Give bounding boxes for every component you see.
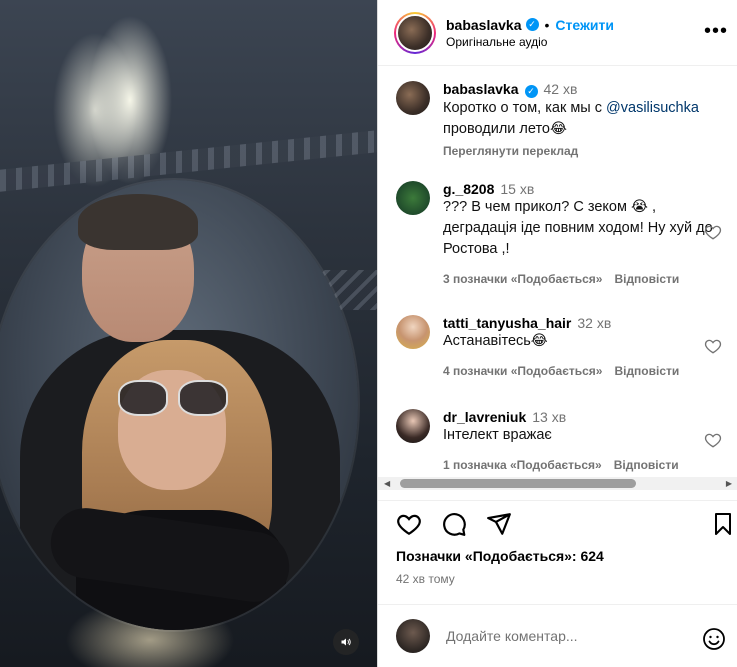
heart-icon[interactable] bbox=[396, 511, 422, 537]
author-avatar[interactable] bbox=[394, 11, 436, 54]
comment-likes-count[interactable]: 4 позначки «Подобається» bbox=[443, 364, 602, 378]
comment-time[interactable]: 32 хв bbox=[577, 315, 611, 331]
likes-count[interactable]: Позначки «Подобається»: 624 bbox=[396, 548, 604, 564]
scrollbar-thumb[interactable] bbox=[400, 479, 636, 488]
comment-time[interactable]: 13 хв bbox=[532, 409, 566, 425]
speaker-icon[interactable] bbox=[333, 629, 359, 655]
caption-username[interactable]: babaslavka bbox=[443, 81, 519, 97]
scroll-right-arrow-icon[interactable]: ▶ bbox=[726, 479, 732, 488]
comment-item: dr_lavreniuk 13 хв Інтелект вражає 1 поз… bbox=[396, 409, 722, 472]
comment-username[interactable]: g._8208 bbox=[443, 181, 494, 197]
verified-badge-icon: ✓ bbox=[525, 18, 539, 31]
sunglasses bbox=[118, 380, 228, 416]
comment-username[interactable]: tatti_tanyusha_hair bbox=[443, 315, 571, 331]
comment-avatar[interactable] bbox=[396, 181, 430, 215]
comment-item: g._8208 15 хв ??? В чем прикол? С зеком … bbox=[396, 181, 722, 286]
reply-button[interactable]: Відповісти bbox=[614, 458, 679, 472]
post-header: babaslavka ✓ • Стежити Оригінальне аудіо… bbox=[378, 0, 737, 66]
author-username[interactable]: babaslavka bbox=[446, 17, 522, 33]
current-user-avatar bbox=[396, 619, 430, 653]
comments-list[interactable]: babaslavka ✓ 42 хв Коротко о том, как мы… bbox=[378, 67, 737, 477]
more-options-icon[interactable]: ••• bbox=[704, 21, 728, 41]
post-actions-bar bbox=[378, 500, 737, 544]
add-comment-bar: Додайте коментар... bbox=[378, 604, 737, 667]
share-icon[interactable] bbox=[486, 511, 512, 537]
mention-link[interactable]: @vasilisuchka bbox=[606, 100, 699, 116]
reply-button[interactable]: Відповісти bbox=[614, 272, 679, 286]
caption-avatar[interactable] bbox=[396, 81, 430, 115]
verified-badge-icon: ✓ bbox=[524, 85, 538, 98]
post-media[interactable] bbox=[0, 0, 377, 667]
comment-item: tatti_tanyusha_hair 32 хв Астанавітесь😂 … bbox=[396, 315, 722, 378]
scroll-left-arrow-icon[interactable]: ◀ bbox=[384, 479, 390, 488]
comment-avatar[interactable] bbox=[396, 315, 430, 349]
media-photo-circle bbox=[0, 180, 358, 630]
post-timestamp[interactable]: 42 хв тому bbox=[396, 572, 455, 586]
comment-likes-count[interactable]: 3 позначки «Подобається» bbox=[443, 272, 602, 286]
comment-text: ??? В чем прикол? С зеком 😭 , деградація… bbox=[443, 199, 713, 257]
man-figure-hair bbox=[78, 194, 198, 250]
bookmark-icon[interactable] bbox=[711, 511, 735, 537]
reply-button[interactable]: Відповісти bbox=[614, 364, 679, 378]
comment-like-heart-icon[interactable] bbox=[704, 431, 722, 449]
see-translation-button[interactable]: Переглянути переклад bbox=[443, 144, 578, 158]
caption-time[interactable]: 42 хв bbox=[544, 81, 578, 97]
comment-avatar[interactable] bbox=[396, 409, 430, 443]
post-details-panel: babaslavka ✓ • Стежити Оригінальне аудіо… bbox=[377, 0, 737, 667]
comment-like-heart-icon[interactable] bbox=[704, 223, 722, 241]
smiley-icon[interactable] bbox=[702, 627, 726, 651]
comment-likes-count[interactable]: 1 позначка «Подобається» bbox=[443, 458, 602, 472]
comment-text: Астанавітесь😂 bbox=[443, 333, 548, 349]
horizontal-scrollbar[interactable]: ◀ ▶ bbox=[378, 477, 737, 490]
comment-text: Інтелект вражає bbox=[443, 427, 552, 443]
comment-like-heart-icon[interactable] bbox=[704, 337, 722, 355]
caption: babaslavka ✓ 42 хв Коротко о том, как мы… bbox=[396, 81, 722, 158]
follow-button[interactable]: Стежити bbox=[555, 17, 614, 33]
original-audio-link[interactable]: Оригінальне аудіо bbox=[446, 35, 614, 49]
caption-text: Коротко о том, как мы с @vasilisuchka пр… bbox=[443, 100, 699, 137]
comment-icon[interactable] bbox=[441, 511, 467, 537]
comment-username[interactable]: dr_lavreniuk bbox=[443, 409, 526, 425]
comment-input[interactable]: Додайте коментар... bbox=[446, 628, 737, 644]
separator-dot: • bbox=[544, 16, 550, 33]
comment-time[interactable]: 15 хв bbox=[500, 181, 534, 197]
